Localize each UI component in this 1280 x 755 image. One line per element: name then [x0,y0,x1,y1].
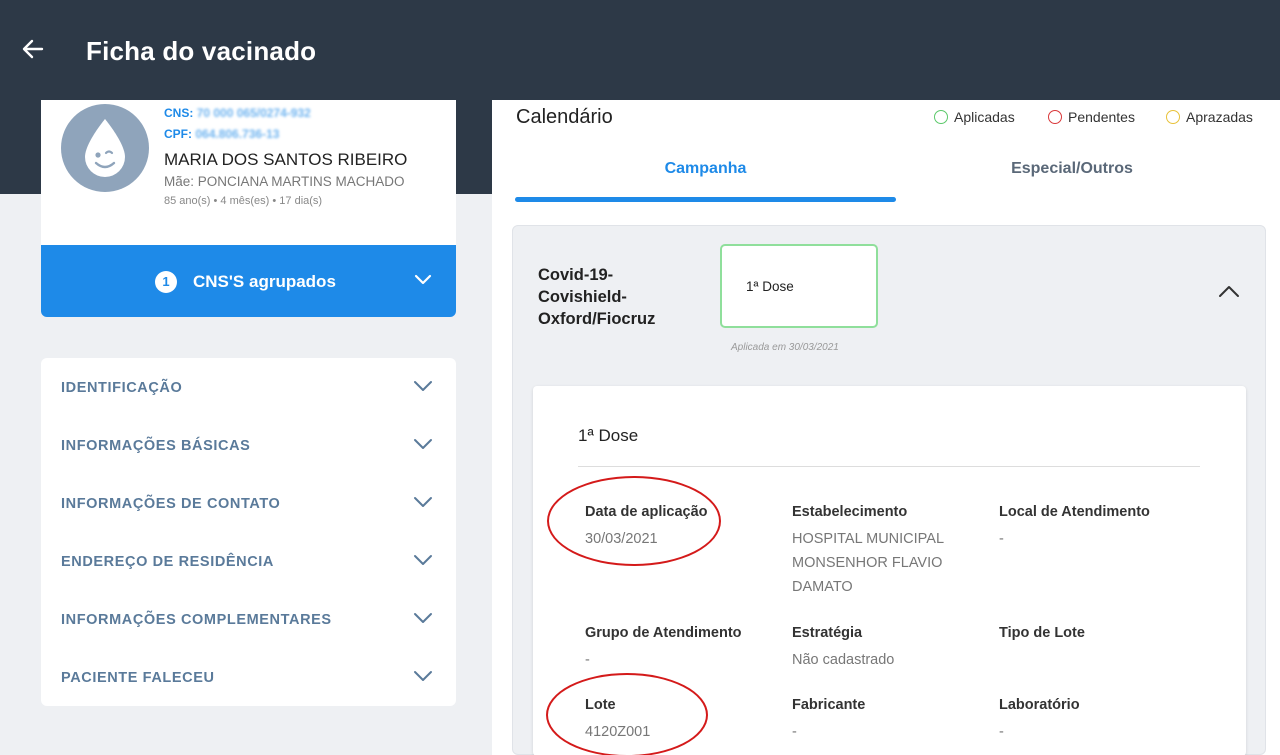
dose-chip-label: 1ª Dose [746,279,794,294]
field-label-grupo-atendimento: Grupo de Atendimento [585,625,742,641]
dose-chip-1[interactable]: 1ª Dose [720,244,878,328]
cpf-number: CPF: 064.806.736-13 [164,127,279,141]
chevron-down-icon [413,496,433,514]
field-value-local-atendimento: - [999,531,1004,547]
section-label: INFORMAÇÕES BÁSICAS [61,438,251,454]
chevron-down-icon [413,670,433,688]
back-arrow-icon[interactable] [20,36,46,62]
field-label-estabelecimento: Estabelecimento [792,504,908,520]
patient-card: CNS: 70 000 065/0274-932 CPF: 064.806.73… [41,100,456,245]
divider [578,466,1200,467]
cns-group-label: CNS'S agrupados [193,272,336,291]
patient-name: MARIA DOS SANTOS RIBEIRO [164,150,408,169]
field-value-fabricante: - [792,724,797,740]
chevron-down-icon [413,554,433,572]
section-identificacao[interactable]: IDENTIFICAÇÃO [41,358,456,416]
cns-number: CNS: 70 000 065/0274-932 [164,106,311,120]
cns-label: CNS: [164,106,194,120]
cns-value: 70 000 065/0274-932 [196,106,311,120]
field-label-laboratorio: Laboratório [999,697,1080,713]
field-label-local-atendimento: Local de Atendimento [999,504,1150,520]
chevron-up-icon[interactable] [1218,284,1240,303]
section-label: ENDEREÇO DE RESIDÊNCIA [61,554,275,570]
field-value-lote: 4120Z001 [585,724,651,740]
section-label: IDENTIFICAÇÃO [61,380,183,396]
dose-detail-title: 1ª Dose [578,426,639,445]
page-title: Ficha do vacinado [86,36,317,66]
section-paciente-faleceu[interactable]: PACIENTE FALECEU [41,648,456,706]
cns-count-badge: 1 [155,271,177,293]
drop-face-icon [85,119,125,177]
cpf-value: 064.806.736-13 [195,127,280,141]
chevron-down-icon [413,380,433,398]
section-label: INFORMAÇÕES DE CONTATO [61,496,281,512]
field-value-data-aplicacao: 30/03/2021 [585,531,658,547]
calendar-panel: Calendário Aplicadas Pendentes Aprazadas… [492,100,1280,755]
legend-aplicadas: Aplicadas [934,109,1015,125]
field-label-data-aplicacao: Data de aplicação [585,504,708,520]
patient-age: 85 ano(s) • 4 mês(es) • 17 dia(s) [164,195,323,207]
vaccine-panel: Covid-19-Covishield-Oxford/Fiocruz 1ª Do… [512,225,1266,755]
patient-mother: Mãe: PONCIANA MARTINS MACHADO [164,174,405,189]
legend-label: Pendentes [1068,109,1135,125]
applied-date-note: Aplicada em 30/03/2021 [731,342,839,353]
section-informacoes-complementares[interactable]: INFORMAÇÕES COMPLEMENTARES [41,590,456,648]
app-bar: Ficha do vacinado [0,0,1280,100]
section-label: PACIENTE FALECEU [61,670,215,686]
legend-aprazadas: Aprazadas [1166,109,1253,125]
field-label-lote: Lote [585,697,616,713]
field-value-grupo-atendimento: - [585,652,590,668]
green-ring-icon [934,110,948,124]
chevron-down-icon [413,438,433,456]
legend-label: Aprazadas [1186,109,1253,125]
yellow-ring-icon [1166,110,1180,124]
chevron-down-icon [413,612,433,630]
field-value-estrategia: Não cadastrado [792,652,895,668]
section-informacoes-basicas[interactable]: INFORMAÇÕES BÁSICAS [41,416,456,474]
tab-especial-outros[interactable]: Especial/Outros [882,160,1262,178]
field-value-laboratorio: - [999,724,1004,740]
field-label-fabricante: Fabricante [792,697,866,713]
chevron-down-icon [414,273,432,291]
avatar [61,104,149,192]
legend-label: Aplicadas [954,109,1015,125]
calendar-title: Calendário [516,106,613,128]
section-informacoes-contato[interactable]: INFORMAÇÕES DE CONTATO [41,474,456,532]
dose-detail-card: 1ª Dose Data de aplicação 30/03/2021 Est… [533,386,1246,755]
vaccine-name: Covid-19-Covishield-Oxford/Fiocruz [538,266,656,328]
patient-sections: IDENTIFICAÇÃO INFORMAÇÕES BÁSICAS INFORM… [41,358,456,706]
field-value-estabelecimento: HOSPITAL MUNICIPAL MONSENHOR FLAVIO DAMA… [792,531,944,595]
field-label-estrategia: Estratégia [792,625,863,641]
section-label: INFORMAÇÕES COMPLEMENTARES [61,612,332,628]
tab-campanha[interactable]: Campanha [515,160,896,178]
red-ring-icon [1048,110,1062,124]
active-tab-indicator [515,197,896,202]
section-endereco-residencia[interactable]: ENDEREÇO DE RESIDÊNCIA [41,532,456,590]
field-label-tipo-lote: Tipo de Lote [999,625,1085,641]
cpf-label: CPF: [164,127,192,141]
cns-group-toggle[interactable]: 1 CNS'S agrupados [41,245,456,317]
legend-pendentes: Pendentes [1048,109,1135,125]
